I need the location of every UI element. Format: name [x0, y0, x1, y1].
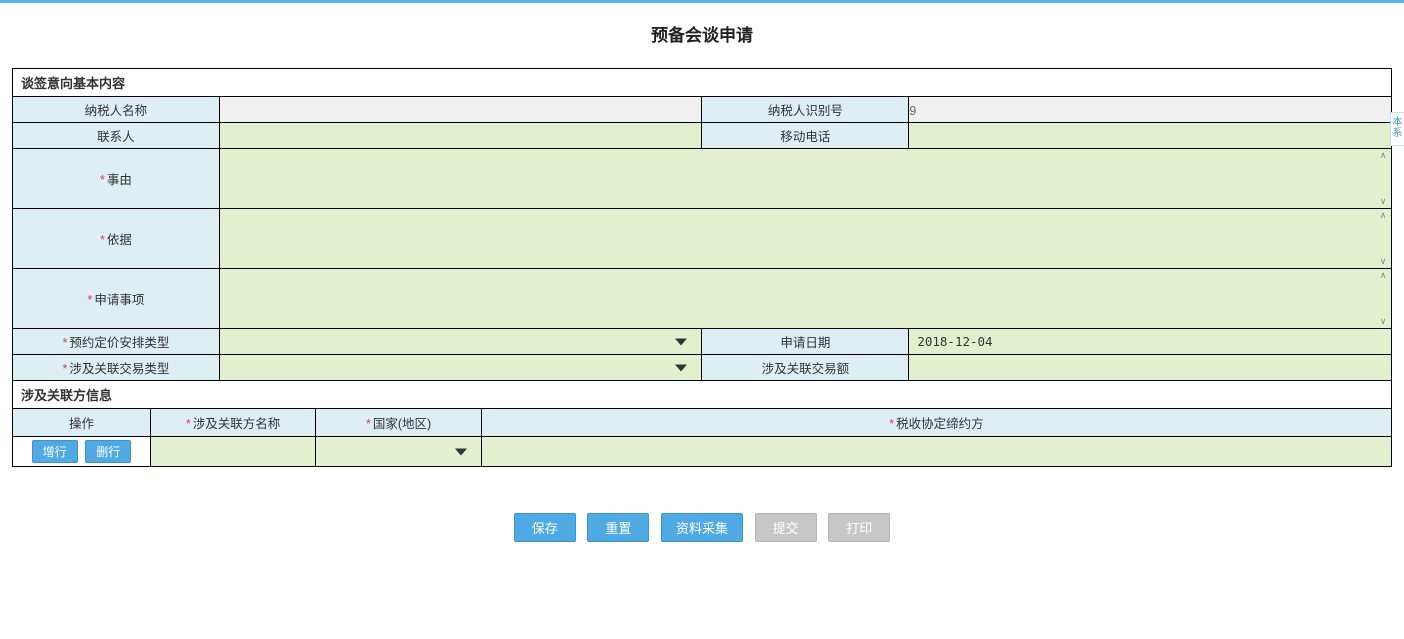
section2-table: 操作 *涉及关联方名称 *国家(地区) *税收协定缔约方 增行 删行 [12, 408, 1392, 467]
print-button: 打印 [828, 513, 890, 542]
input-basis[interactable]: ∧∨ [219, 209, 1391, 269]
add-row-button[interactable]: 增行 [32, 440, 78, 463]
col-country: *国家(地区) [316, 409, 481, 437]
mobile-field[interactable] [909, 125, 1391, 147]
input-treaty-party[interactable] [481, 437, 1391, 467]
input-related-tx-amount[interactable] [909, 355, 1392, 381]
input-party-name[interactable] [150, 437, 315, 467]
label-reason: *事由 [13, 149, 220, 209]
contact-field[interactable] [220, 125, 702, 147]
scroll-indicator-icon: ∧∨ [1377, 151, 1389, 206]
input-apply-item[interactable]: ∧∨ [219, 269, 1391, 329]
apply-date-value: 2018-12-04 [909, 330, 1391, 353]
delete-row-button[interactable]: 删行 [85, 440, 131, 463]
label-taxpayer-name: 纳税人名称 [13, 97, 220, 123]
select-country[interactable] [316, 437, 481, 467]
label-apply-date: 申请日期 [702, 329, 909, 355]
col-op: 操作 [13, 409, 151, 437]
select-related-tx-type[interactable] [219, 355, 702, 381]
col-party-name: *涉及关联方名称 [150, 409, 315, 437]
chevron-down-icon [675, 364, 687, 371]
scroll-indicator-icon: ∧∨ [1377, 211, 1389, 266]
label-basis: *依据 [13, 209, 220, 269]
value-taxpayer-id: 9 [909, 97, 1392, 123]
section1-header: 谈签意向基本内容 [12, 68, 1392, 96]
footer-buttons: 保存 重置 资料采集 提交 打印 [12, 513, 1392, 542]
label-arrangement-type: *预约定价安排类型 [13, 329, 220, 355]
select-arrangement-type[interactable] [219, 329, 702, 355]
value-taxpayer-name [219, 97, 702, 123]
label-apply-item: *申请事项 [13, 269, 220, 329]
input-apply-date[interactable]: 2018-12-04 [909, 329, 1392, 355]
section1-table: 纳税人名称 纳税人识别号 9 联系人 移动电话 *事由 ∧∨ *依据 ∧∨ *申… [12, 96, 1392, 381]
input-contact[interactable] [219, 123, 702, 149]
label-mobile: 移动电话 [702, 123, 909, 149]
scroll-indicator-icon: ∧∨ [1377, 271, 1389, 326]
side-tab[interactable]: 本系 [1390, 112, 1404, 146]
chevron-down-icon [675, 338, 687, 345]
save-button[interactable]: 保存 [514, 513, 576, 542]
table-row: 增行 删行 [13, 437, 1392, 467]
label-related-tx-amount: 涉及关联交易额 [702, 355, 909, 381]
col-treaty-party: *税收协定缔约方 [481, 409, 1391, 437]
page-title: 预备会谈申请 [12, 3, 1392, 68]
label-related-tx-type: *涉及关联交易类型 [13, 355, 220, 381]
input-mobile[interactable] [909, 123, 1392, 149]
collect-button[interactable]: 资料采集 [661, 513, 743, 542]
section2-header: 涉及关联方信息 [12, 381, 1392, 408]
label-contact: 联系人 [13, 123, 220, 149]
chevron-down-icon [455, 448, 467, 455]
input-reason[interactable]: ∧∨ [219, 149, 1391, 209]
reset-button[interactable]: 重置 [587, 513, 649, 542]
submit-button: 提交 [755, 513, 817, 542]
label-taxpayer-id: 纳税人识别号 [702, 97, 909, 123]
